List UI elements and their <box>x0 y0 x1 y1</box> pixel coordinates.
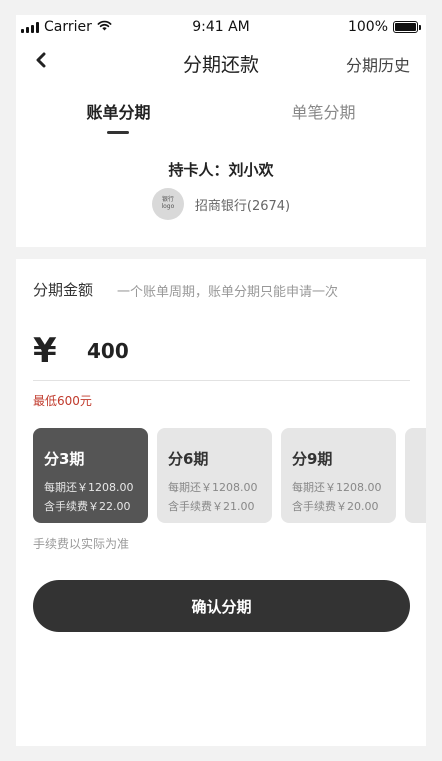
plan-card-3[interactable]: 分3期 每期还￥1208.00 含手续费￥22.00 <box>33 428 148 523</box>
plan-title: 分3期 <box>44 450 85 468</box>
bank-logo-text-2: logo <box>161 203 175 210</box>
plan-title: 分9期 <box>292 450 333 468</box>
bank-name: 招商银行(2674) <box>194 198 291 214</box>
tab-bill-installment[interactable]: 账单分期 <box>16 99 221 123</box>
plan-card-partial[interactable] <box>405 428 426 523</box>
bank-info: 银行 logo 招商银行(2674) <box>16 188 426 220</box>
amount-input[interactable] <box>87 338 387 363</box>
navigation-bar: 分期还款 分期历史 <box>16 41 426 85</box>
fee-note: 手续费以实际为准 <box>33 537 130 551</box>
plan-fee: 含手续费￥20.00 <box>292 500 379 513</box>
plan-fee: 含手续费￥22.00 <box>44 500 131 513</box>
plan-per-period: 每期还￥1208.00 <box>292 481 382 494</box>
plan-per-period: 每期还￥1208.00 <box>44 481 134 494</box>
history-link[interactable]: 分期历史 <box>346 52 410 76</box>
battery-percent: 100% <box>347 19 388 35</box>
minimum-amount-note: 最低600元 <box>33 394 92 408</box>
plan-per-period: 每期还￥1208.00 <box>168 481 258 494</box>
installment-plans: 分3期 每期还￥1208.00 含手续费￥22.00 分6期 每期还￥1208.… <box>33 428 426 524</box>
tab-active-indicator <box>107 131 129 134</box>
phone-screen: Carrier 9:41 AM 100% 分期还款 分期历史 账单分期 单笔分期… <box>16 15 426 746</box>
tab-single-installment[interactable]: 单笔分期 <box>221 99 426 123</box>
currency-symbol: ¥ <box>33 330 57 371</box>
amount-label: 分期金额 <box>33 281 94 299</box>
card-holder: 持卡人：刘小欢 <box>168 161 274 179</box>
plan-card-9[interactable]: 分9期 每期还￥1208.00 含手续费￥20.00 <box>281 428 396 523</box>
plan-title: 分6期 <box>168 450 209 468</box>
status-right: 100% <box>347 19 421 35</box>
battery-icon <box>393 21 421 33</box>
bank-logo: 银行 logo <box>151 188 184 220</box>
section-divider <box>16 247 426 259</box>
confirm-installment-button[interactable]: 确认分期 <box>33 580 410 632</box>
amount-field: ¥ <box>33 321 410 381</box>
amount-hint: 一个账单周期，账单分期只能申请一次 <box>117 285 339 300</box>
tab-bar: 账单分期 单笔分期 <box>16 99 426 139</box>
status-bar: Carrier 9:41 AM 100% <box>16 15 426 41</box>
plan-fee: 含手续费￥21.00 <box>168 500 255 513</box>
plan-card-6[interactable]: 分6期 每期还￥1208.00 含手续费￥21.00 <box>157 428 272 523</box>
